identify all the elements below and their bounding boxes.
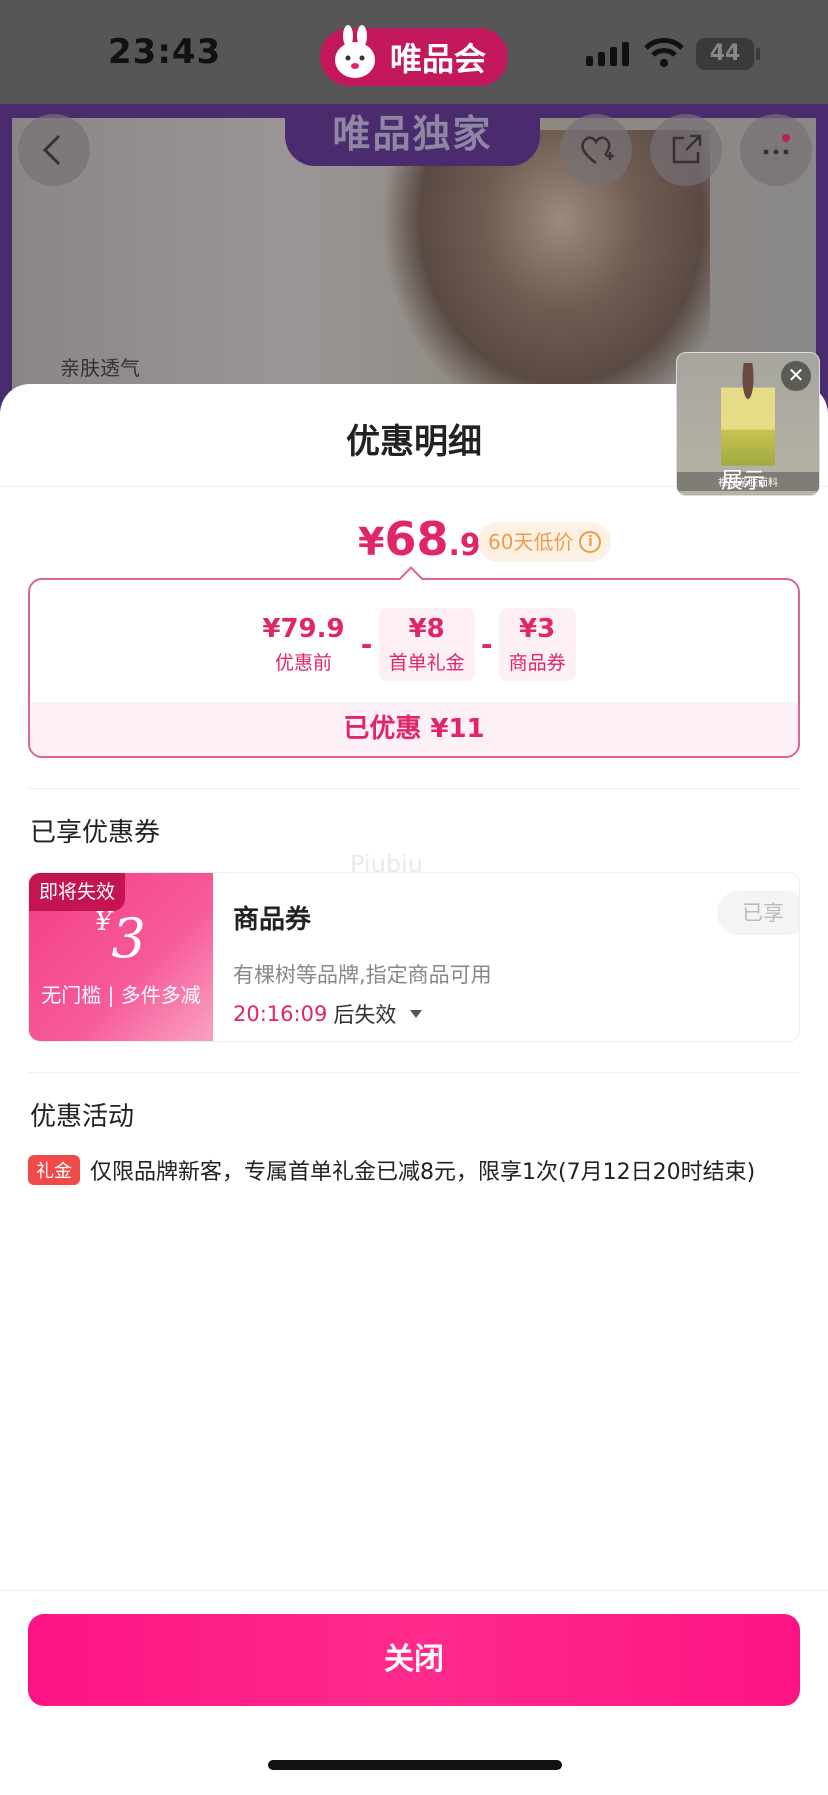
breakdown-amount: ¥79.9 bbox=[262, 613, 345, 644]
wifi-icon bbox=[644, 38, 684, 67]
coupon-currency: ¥ bbox=[95, 907, 112, 937]
price-integer: 68 bbox=[384, 512, 449, 566]
gift-money-tag: 礼金 bbox=[28, 1155, 80, 1185]
final-price: ¥68.9 bbox=[358, 512, 481, 566]
divider bbox=[28, 1072, 800, 1073]
divider bbox=[0, 1590, 828, 1591]
favorite-add-icon bbox=[581, 136, 614, 165]
coupon-amount: 3 bbox=[111, 907, 146, 970]
expiring-tag: 即将失效 bbox=[29, 873, 126, 911]
breakdown-item-first-order-gift: ¥8 首单礼金 bbox=[378, 607, 475, 681]
countdown-time: 20:16:09 bbox=[233, 1002, 328, 1026]
breakdown-label: 商品券 bbox=[508, 651, 566, 674]
close-button[interactable]: 关闭 bbox=[28, 1614, 800, 1706]
coupon-card: 即将失效 ¥3 无门槛 | 多件多减 商品券 有棵树等品牌,指定商品可用 20:… bbox=[28, 872, 800, 1042]
countdown-suffix: 后失效 bbox=[333, 1003, 397, 1027]
price-currency: ¥ bbox=[358, 520, 385, 564]
coupon-perforation bbox=[205, 873, 221, 1041]
low-price-badge[interactable]: 60天低价 i bbox=[478, 522, 612, 562]
coupon-section-heading: 已享优惠券 bbox=[30, 818, 161, 848]
thumbnail-overlay-text: 展示 bbox=[721, 469, 766, 494]
activity-text: 仅限品牌新客，专属首单礼金已减8元，限享1次(7月12日20时结束) bbox=[90, 1160, 756, 1185]
more-icon bbox=[763, 134, 790, 155]
breakdown-amount: ¥3 bbox=[519, 613, 556, 644]
battery-icon: 44 bbox=[696, 38, 754, 70]
share-icon bbox=[672, 134, 702, 164]
low-price-label: 60天低价 bbox=[488, 530, 574, 554]
price-decimal: .9 bbox=[448, 528, 481, 563]
breakdown-amount: ¥8 bbox=[408, 613, 445, 644]
chevron-down-icon bbox=[410, 1010, 423, 1018]
coupon-value-panel: 即将失效 ¥3 无门槛 | 多件多减 bbox=[29, 873, 213, 1041]
floating-product-thumbnail[interactable]: ✕ 裸感亲肤面料 展示 bbox=[676, 352, 820, 496]
coupon-condition: 无门槛 | 多件多减 bbox=[41, 983, 201, 1007]
favorite-button[interactable] bbox=[560, 114, 632, 186]
status-time: 23:43 bbox=[108, 32, 222, 72]
divider bbox=[28, 788, 800, 789]
home-indicator bbox=[268, 1760, 562, 1770]
coupon-value: ¥3 bbox=[95, 907, 146, 970]
battery-tip bbox=[756, 48, 760, 60]
activity-section-heading: 优惠活动 bbox=[30, 1102, 135, 1132]
breakdown-label: 优惠前 bbox=[274, 651, 332, 674]
minus-operator: - bbox=[360, 627, 373, 661]
minus-operator: - bbox=[480, 627, 493, 661]
coupon-countdown[interactable]: 20:16:09 后失效 bbox=[233, 999, 423, 1029]
cellular-signal-icon bbox=[586, 42, 629, 66]
breakdown-label: 首单礼金 bbox=[388, 651, 465, 674]
price-breakdown: ¥79.9 优惠前 - ¥8 首单礼金 - ¥3 商品券 已优惠 ¥11 bbox=[28, 578, 800, 758]
coupon-description: 有棵树等品牌,指定商品可用 bbox=[233, 963, 492, 987]
coupon-name: 商品券 bbox=[233, 905, 312, 935]
app-name: 唯品会 bbox=[390, 40, 487, 78]
rabbit-mascot-icon bbox=[335, 25, 375, 78]
discount-detail-sheet: 优惠明细 ¥68.9 60天低价 i ¥79.9 优惠前 - ¥8 首单礼金 -… bbox=[0, 384, 828, 1795]
back-icon bbox=[42, 134, 61, 166]
total-discount: 已优惠 ¥11 bbox=[30, 702, 798, 756]
back-button[interactable] bbox=[18, 114, 90, 186]
info-icon: i bbox=[579, 531, 602, 553]
breakdown-row: ¥79.9 优惠前 - ¥8 首单礼金 - ¥3 商品券 bbox=[30, 598, 798, 690]
breakdown-item-original: ¥79.9 优惠前 bbox=[252, 608, 354, 681]
more-button[interactable] bbox=[740, 114, 812, 186]
banner-caption: 亲肤透气 bbox=[60, 356, 140, 380]
breakdown-item-product-coupon: ¥3 商品券 bbox=[498, 607, 576, 681]
coupon-status-badge: 已享 bbox=[717, 891, 799, 935]
status-bar: 23:43 唯品会 44 bbox=[0, 0, 828, 104]
activity-item: 礼金 仅限品牌新客，专属首单礼金已减8元，限享1次(7月12日20时结束) bbox=[28, 1154, 755, 1186]
app-indicator: 唯品会 bbox=[320, 25, 508, 86]
close-icon[interactable]: ✕ bbox=[781, 361, 811, 391]
share-button[interactable] bbox=[650, 114, 722, 186]
banner-tag: 唯品独家 bbox=[285, 104, 540, 166]
